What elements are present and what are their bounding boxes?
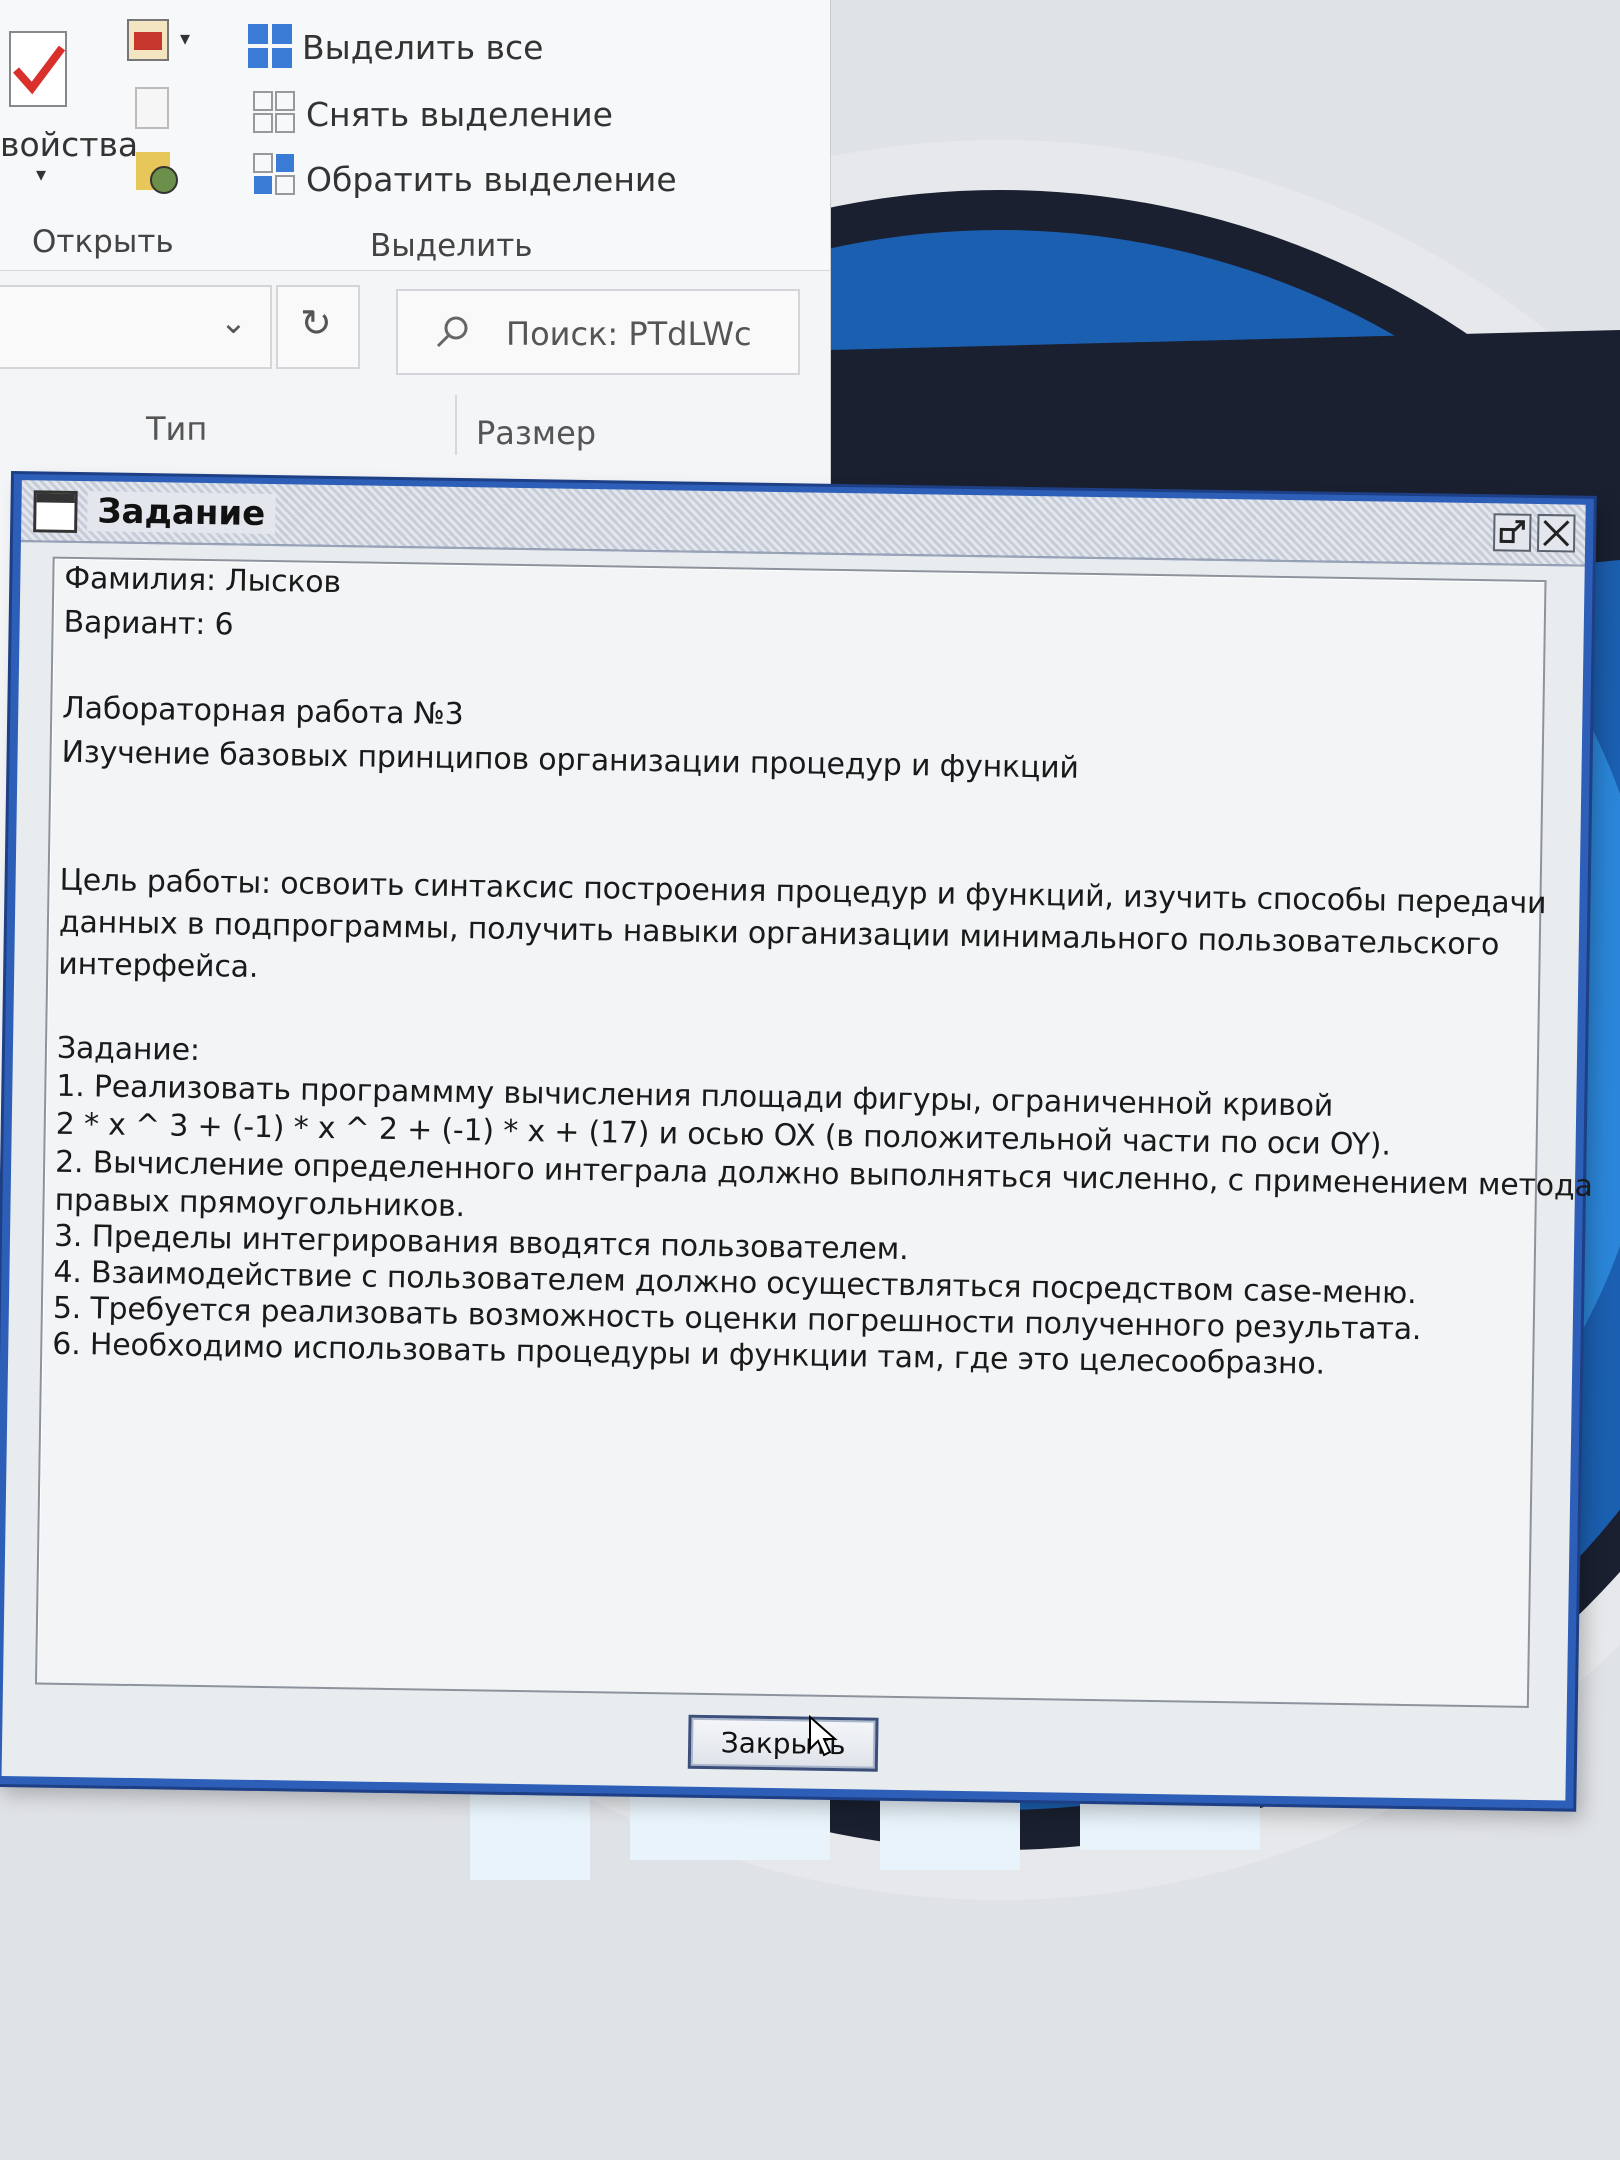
dialog-title: Задание [87,491,276,535]
open-file-icon[interactable] [124,16,178,66]
text-line: правых прямоугольников. [54,1182,466,1225]
task-dialog: Задание Фамилия: Лысков Вариант: 6 Лабор… [0,474,1594,1809]
text-line: Вариант: 6 [63,604,234,643]
dialog-content: Фамилия: Лысков Вариант: 6 Лабораторная … [1,542,1593,1801]
restore-button[interactable] [1492,513,1532,552]
text-line: Изучение базовых принципов организации п… [61,734,1080,786]
invert-selection-button[interactable]: Обратить выделение [306,160,677,199]
restore-icon [1499,520,1525,544]
column-header-size[interactable]: Размер [476,414,596,452]
open-dropdown-arrow-icon[interactable]: ▾ [180,26,190,50]
window-icon [33,490,78,533]
select-group-label: Выделить [370,228,533,264]
task-text-area[interactable]: Фамилия: Лысков Вариант: 6 Лабораторная … [34,556,1593,1708]
text-line: интерфейса. [58,946,259,985]
close-icon [1543,520,1570,547]
search-placeholder[interactable]: Поиск: PTdLWc [506,315,752,353]
deselect-button[interactable]: Снять выделение [306,95,613,134]
select-all-button[interactable]: Выделить все [302,28,543,67]
text-line: Задание: [56,1030,201,1068]
properties-label[interactable]: войства [0,125,138,164]
refresh-button[interactable]: ↻ [276,285,360,369]
column-divider[interactable] [455,395,457,455]
dropdown-arrow-icon[interactable]: ▾ [36,162,46,186]
history-icon[interactable] [132,148,182,198]
close-button[interactable]: Закрыть [687,1714,879,1772]
deselect-icon[interactable] [252,90,296,134]
text-line: Лабораторная работа №3 [62,690,464,733]
open-group-label: Открыть [32,224,174,260]
edit-file-icon[interactable] [132,84,176,134]
explorer-ribbon: войства ▾ ▾ Выделить все Снять выделение [0,0,830,271]
chevron-down-icon[interactable]: ⌄ [220,303,247,341]
select-all-icon[interactable] [246,22,294,70]
properties-check-icon[interactable] [8,30,72,110]
search-icon [436,316,468,348]
invert-selection-icon[interactable] [252,152,296,196]
text-line: Фамилия: Лысков [64,560,342,601]
mouse-pointer-icon [809,1715,838,1757]
window-close-button[interactable] [1536,513,1576,553]
refresh-icon: ↻ [300,301,332,345]
column-header-type[interactable]: Тип [146,410,207,448]
